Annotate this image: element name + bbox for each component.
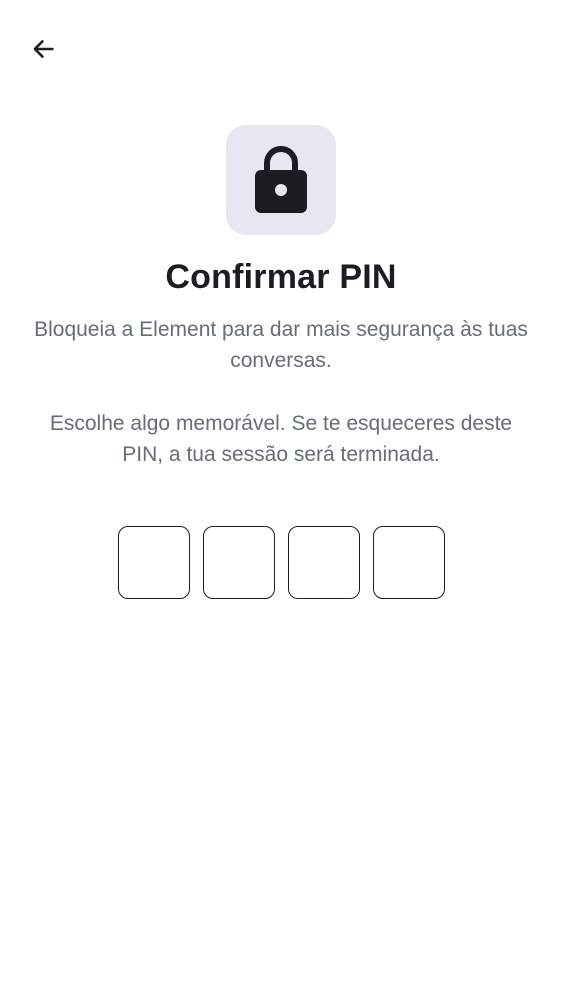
arrow-left-icon (29, 35, 57, 68)
pin-input[interactable] (0, 526, 562, 599)
pin-digit-4[interactable] (372, 526, 445, 599)
pin-digit-1[interactable] (117, 526, 190, 599)
description-lock: Bloqueia a Element para dar mais seguran… (34, 318, 528, 372)
lock-icon (254, 143, 308, 218)
description-warning: Escolhe algo memorável. Se te esqueceres… (49, 412, 513, 466)
back-button[interactable] (22, 30, 64, 72)
lock-tile (226, 125, 336, 235)
pin-digit-2[interactable] (202, 526, 275, 599)
pin-digit-3[interactable] (287, 526, 360, 599)
page-title: Confirmar PIN (165, 258, 397, 296)
